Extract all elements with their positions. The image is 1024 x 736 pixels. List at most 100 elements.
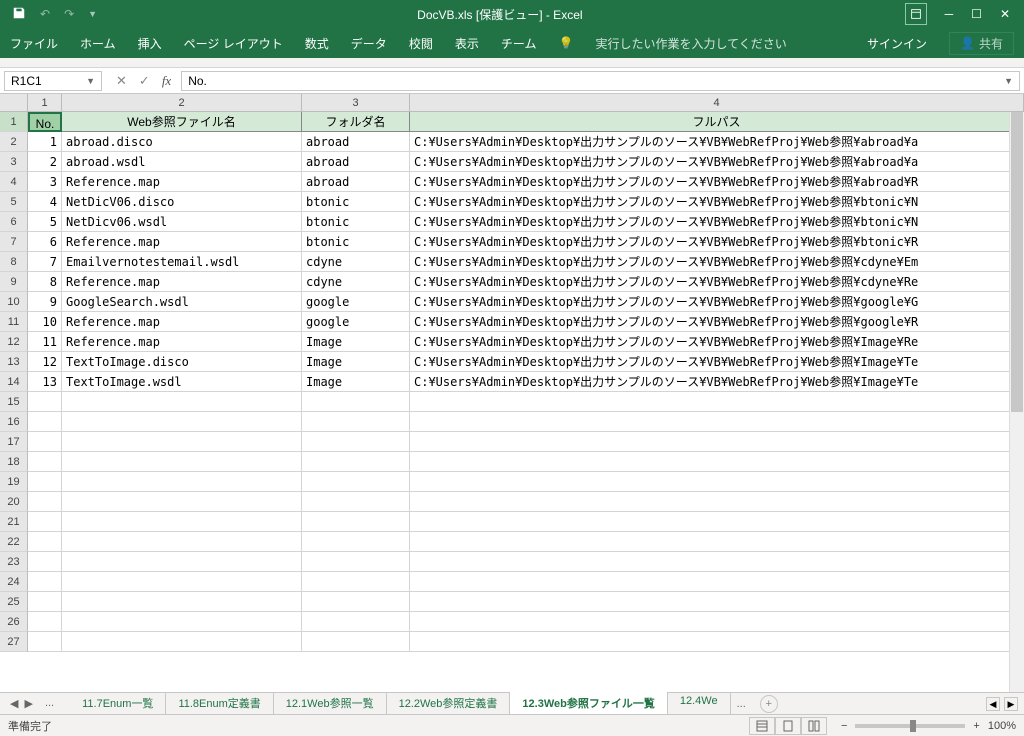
cell[interactable] xyxy=(302,552,410,572)
cell[interactable]: 10 xyxy=(28,312,62,332)
sheet-tab[interactable]: 11.8Enum定義書 xyxy=(166,692,273,716)
cell[interactable]: Reference.map xyxy=(62,232,302,252)
sheet-tab[interactable]: 11.7Enum一覧 xyxy=(70,692,166,716)
cell[interactable]: Reference.map xyxy=(62,312,302,332)
cell[interactable] xyxy=(302,432,410,452)
cell[interactable] xyxy=(410,492,1024,512)
cell[interactable]: C:¥Users¥Admin¥Desktop¥出力サンプルのソース¥VB¥Web… xyxy=(410,252,1024,272)
cell[interactable]: cdyne xyxy=(302,272,410,292)
zoom-slider[interactable] xyxy=(855,724,965,728)
row-header[interactable]: 21 xyxy=(0,512,28,532)
cell[interactable]: NetDicv06.wsdl xyxy=(62,212,302,232)
cell[interactable]: Reference.map xyxy=(62,272,302,292)
sheet-tab[interactable]: 12.2Web参照定義書 xyxy=(387,692,511,716)
cell[interactable]: abroad xyxy=(302,152,410,172)
tab-view[interactable]: 表示 xyxy=(455,35,479,52)
cell[interactable]: フォルダ名 xyxy=(302,112,410,132)
accept-formula-icon[interactable]: ✓ xyxy=(139,73,150,89)
row-header[interactable]: 16 xyxy=(0,412,28,432)
row-header[interactable]: 19 xyxy=(0,472,28,492)
row-header[interactable]: 1 xyxy=(0,112,28,132)
formula-expand-icon[interactable]: ▼ xyxy=(1004,76,1013,86)
cell[interactable] xyxy=(62,612,302,632)
cell[interactable] xyxy=(410,592,1024,612)
cell[interactable]: GoogleSearch.wsdl xyxy=(62,292,302,312)
row-header[interactable]: 24 xyxy=(0,572,28,592)
cell[interactable] xyxy=(62,472,302,492)
cell[interactable]: Reference.map xyxy=(62,172,302,192)
cell[interactable] xyxy=(62,632,302,652)
cell[interactable] xyxy=(302,392,410,412)
cell[interactable] xyxy=(302,412,410,432)
cell[interactable] xyxy=(410,432,1024,452)
cell[interactable]: フルパス xyxy=(410,112,1024,132)
cell[interactable] xyxy=(28,492,62,512)
cell[interactable] xyxy=(28,452,62,472)
column-header[interactable]: 2 xyxy=(62,94,302,112)
cell[interactable]: 5 xyxy=(28,212,62,232)
sheet-tab[interactable]: 12.4We xyxy=(668,692,731,716)
cell[interactable] xyxy=(302,512,410,532)
name-box[interactable]: R1C1 ▼ xyxy=(4,71,102,91)
row-header[interactable]: 23 xyxy=(0,552,28,572)
cell[interactable]: 11 xyxy=(28,332,62,352)
tab-formulas[interactable]: 数式 xyxy=(305,35,329,52)
row-header[interactable]: 22 xyxy=(0,532,28,552)
cell[interactable]: C:¥Users¥Admin¥Desktop¥出力サンプルのソース¥VB¥Web… xyxy=(410,232,1024,252)
cell[interactable] xyxy=(410,532,1024,552)
row-header[interactable]: 10 xyxy=(0,292,28,312)
row-header[interactable]: 6 xyxy=(0,212,28,232)
tab-nav-next-icon[interactable]: ▶ xyxy=(24,697,32,710)
view-page-layout-icon[interactable] xyxy=(775,717,801,735)
cell[interactable] xyxy=(410,512,1024,532)
tab-page-layout[interactable]: ページ レイアウト xyxy=(184,35,283,52)
close-icon[interactable]: ✕ xyxy=(1000,7,1010,21)
cell[interactable]: Reference.map xyxy=(62,332,302,352)
cell[interactable]: Image xyxy=(302,352,410,372)
undo-icon[interactable]: ↶ xyxy=(40,7,50,21)
tellme-input[interactable]: 実行したい作業を入力してください xyxy=(595,35,786,52)
cell[interactable]: C:¥Users¥Admin¥Desktop¥出力サンプルのソース¥VB¥Web… xyxy=(410,212,1024,232)
cell[interactable]: TextToImage.wsdl xyxy=(62,372,302,392)
cell[interactable] xyxy=(28,612,62,632)
cell[interactable]: google xyxy=(302,312,410,332)
cell[interactable] xyxy=(28,412,62,432)
cell[interactable] xyxy=(62,572,302,592)
cell[interactable] xyxy=(28,512,62,532)
sheet-tab[interactable]: 12.1Web参照一覧 xyxy=(274,692,387,716)
row-header[interactable]: 4 xyxy=(0,172,28,192)
cell[interactable] xyxy=(28,592,62,612)
row-header[interactable]: 3 xyxy=(0,152,28,172)
cell[interactable]: btonic xyxy=(302,232,410,252)
cell[interactable] xyxy=(62,452,302,472)
cell[interactable]: C:¥Users¥Admin¥Desktop¥出力サンプルのソース¥VB¥Web… xyxy=(410,292,1024,312)
cell[interactable] xyxy=(62,592,302,612)
row-header[interactable]: 11 xyxy=(0,312,28,332)
view-normal-icon[interactable] xyxy=(749,717,775,735)
share-button[interactable]: 👤 共有 xyxy=(949,32,1014,55)
chevron-down-icon[interactable]: ▼ xyxy=(86,76,95,86)
save-icon[interactable] xyxy=(12,6,26,23)
cell[interactable]: abroad.disco xyxy=(62,132,302,152)
cell[interactable] xyxy=(28,392,62,412)
tab-data[interactable]: データ xyxy=(351,35,387,52)
cell[interactable] xyxy=(410,392,1024,412)
cell[interactable] xyxy=(410,572,1024,592)
cell[interactable]: 8 xyxy=(28,272,62,292)
cell[interactable]: abroad xyxy=(302,172,410,192)
cell[interactable] xyxy=(28,552,62,572)
select-all-corner[interactable] xyxy=(0,94,28,112)
cell[interactable]: abroad.wsdl xyxy=(62,152,302,172)
cell[interactable]: TextToImage.disco xyxy=(62,352,302,372)
cell[interactable] xyxy=(302,632,410,652)
column-header[interactable]: 3 xyxy=(302,94,410,112)
cell[interactable] xyxy=(410,452,1024,472)
cell[interactable] xyxy=(28,432,62,452)
sheet-tab[interactable]: 12.3Web参照ファイル一覧 xyxy=(510,692,667,716)
cell[interactable]: 9 xyxy=(28,292,62,312)
cell[interactable]: cdyne xyxy=(302,252,410,272)
cell[interactable] xyxy=(302,592,410,612)
cell[interactable] xyxy=(62,552,302,572)
cell[interactable]: Web参照ファイル名 xyxy=(62,112,302,132)
tab-review[interactable]: 校閲 xyxy=(409,35,433,52)
